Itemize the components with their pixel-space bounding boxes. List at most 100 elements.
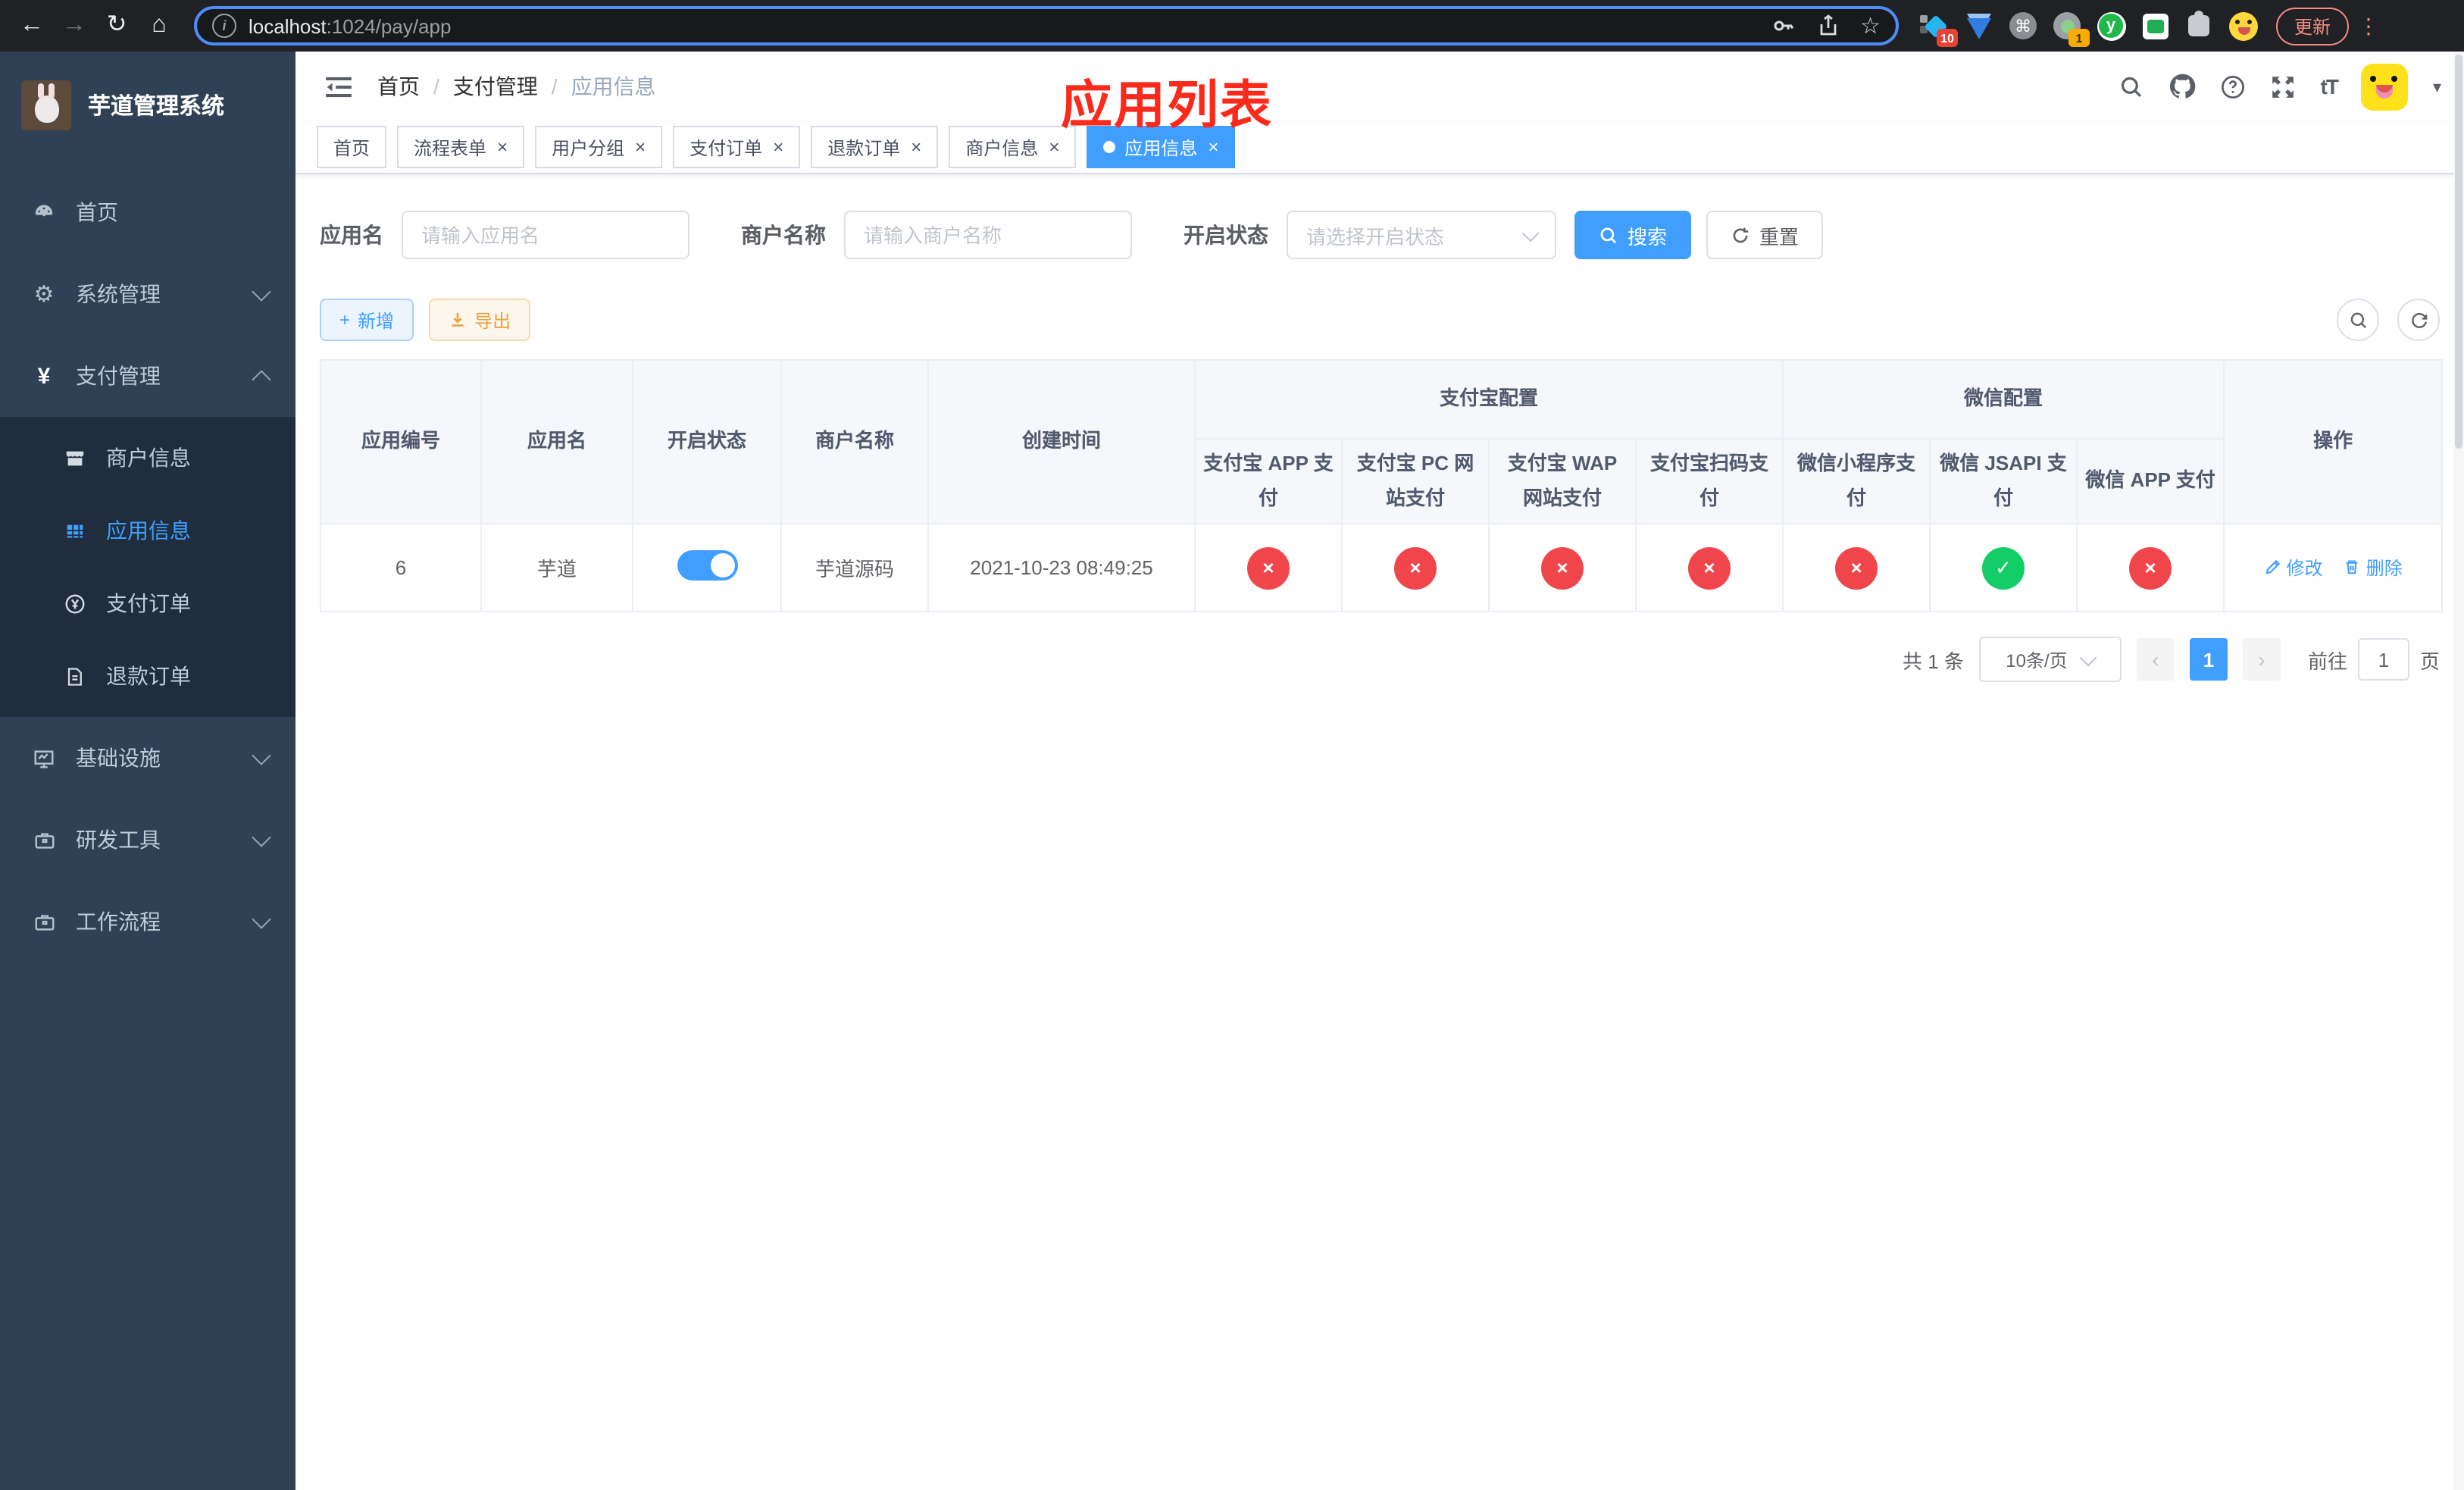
col-create-time: 创建时间 [927, 359, 1196, 524]
shop-icon [61, 446, 88, 469]
chevron-up-icon [252, 370, 271, 390]
tab-home[interactable]: 首页 [317, 126, 387, 168]
breadcrumb-home[interactable]: 首页 [377, 71, 420, 102]
col-status: 开启状态 [632, 359, 782, 524]
app-name-input[interactable] [402, 211, 689, 259]
prev-page-button[interactable]: ‹ [2136, 638, 2175, 681]
breadcrumb-current: 应用信息 [571, 74, 656, 99]
col-alipay-app: 支付宝 APP 支付 [1194, 438, 1343, 524]
extension-tabs-icon[interactable]: 10 [1920, 11, 1958, 47]
site-info-icon[interactable]: i [212, 14, 236, 38]
sidebar-menu: 首页 ⚙ 系统管理 ¥ 支付管理 商户信息 应用信息 支付订单 退款订单 基础设… [0, 171, 295, 963]
user-avatar[interactable] [2361, 63, 2409, 110]
page-size-select[interactable]: 10条/页 [1978, 637, 2122, 682]
col-operation: 操作 [2223, 359, 2444, 524]
edit-link[interactable]: 修改 [2263, 555, 2322, 581]
sidebar-item-label: 应用信息 [106, 518, 191, 543]
export-button[interactable]: 导出 [429, 299, 531, 341]
bookmark-star-icon[interactable]: ☆ [1860, 12, 1881, 39]
status-toggle[interactable] [677, 550, 737, 581]
close-icon[interactable]: × [911, 138, 921, 156]
app-frame: 芋道管理系统 首页 ⚙ 系统管理 ¥ 支付管理 商户信息 应用信息 支付订单 退… [0, 52, 2464, 1490]
delete-link[interactable]: 删除 [2344, 555, 2403, 581]
status-select-placeholder: 请选择开启状态 [1306, 225, 1445, 248]
chevron-down-icon [1521, 224, 1540, 242]
extension-emoji-icon[interactable] [2228, 11, 2258, 41]
sidebar-item-label: 基础设施 [76, 746, 161, 770]
refresh-icon[interactable] [2397, 299, 2440, 341]
chrome-update-button[interactable]: 更新 [2276, 7, 2350, 45]
page-scrollbar[interactable] [2453, 52, 2464, 1490]
browser-menu-icon[interactable]: ⋮ [2358, 13, 2379, 39]
forward-icon[interactable]: → [55, 6, 94, 45]
tab-process-form[interactable]: 流程表单 × [397, 126, 525, 168]
close-icon[interactable]: × [773, 138, 783, 156]
goto-page-input[interactable] [2357, 638, 2409, 681]
sidebar-item-payment[interactable]: ¥ 支付管理 [0, 335, 295, 417]
breadcrumb-payment[interactable]: 支付管理 [453, 71, 538, 102]
close-icon[interactable]: × [497, 138, 508, 156]
fullscreen-icon[interactable] [2271, 74, 2297, 99]
search-icon[interactable] [2119, 74, 2145, 99]
sidebar-item-dev-tools[interactable]: 研发工具 [0, 799, 295, 881]
breadcrumb: 首页 / 支付管理 / 应用信息 [377, 71, 656, 102]
font-size-icon[interactable]: tT [2321, 74, 2339, 99]
sidebar: 芋道管理系统 首页 ⚙ 系统管理 ¥ 支付管理 商户信息 应用信息 支付订单 退… [0, 52, 295, 1490]
reload-icon[interactable]: ↻ [97, 6, 136, 45]
main-panel: 应用列表 首页 / 支付管理 / 应用信息 tT ▾ 首页 流程表单 × 用户分… [295, 52, 2464, 1490]
page-number-1[interactable]: 1 [2189, 638, 2228, 681]
cell-app-id: 6 [320, 523, 482, 612]
close-icon[interactable]: × [1208, 138, 1218, 156]
extension-y-icon[interactable]: y [2096, 11, 2126, 41]
col-app-name: 应用名 [480, 359, 633, 524]
github-icon[interactable] [2169, 73, 2197, 100]
toolbar-right [2337, 299, 2440, 341]
address-bar[interactable]: i localhost:1024/pay/app ☆ [194, 6, 1899, 45]
sidebar-item-pay-orders[interactable]: 支付订单 [0, 567, 295, 640]
page-size-value: 10条/页 [2006, 650, 2068, 671]
back-icon[interactable]: ← [12, 6, 52, 45]
status-select[interactable]: 请选择开启状态 [1287, 211, 1556, 259]
password-key-icon[interactable] [1771, 14, 1795, 38]
sidebar-item-refund-orders[interactable]: 退款订单 [0, 640, 295, 712]
table-toolbar: + 新增 导出 [320, 299, 2440, 341]
close-icon[interactable]: × [1049, 138, 1059, 156]
reset-button[interactable]: 重置 [1706, 211, 1824, 259]
tab-label: 流程表单 [414, 137, 487, 158]
briefcase-icon [30, 828, 58, 851]
sidebar-item-infrastructure[interactable]: 基础设施 [0, 717, 295, 799]
col-alipay-qr: 支付宝扫码支付 [1634, 438, 1784, 524]
tab-label: 用户分组 [552, 137, 625, 158]
tab-refund-orders[interactable]: 退款订单 × [811, 126, 939, 168]
tab-merchant-info[interactable]: 商户信息 × [949, 126, 1077, 168]
home-icon[interactable]: ⌂ [139, 6, 179, 45]
url-text[interactable]: localhost:1024/pay/app [249, 14, 1759, 37]
merchant-name-input[interactable] [844, 211, 1132, 259]
extension-command-icon[interactable]: ⌘ [2008, 11, 2038, 41]
scrollbar-thumb[interactable] [2455, 55, 2462, 449]
add-button[interactable]: + 新增 [320, 299, 414, 341]
sidebar-item-home[interactable]: 首页 [0, 171, 295, 253]
extensions-puzzle-icon[interactable] [2184, 11, 2214, 41]
extension-chat-icon[interactable] [2140, 11, 2170, 41]
show-search-icon[interactable] [2337, 299, 2379, 341]
goto-unit-label: 页 [2419, 650, 2440, 672]
extension-gem-icon[interactable] [1964, 11, 1994, 41]
tab-pay-orders[interactable]: 支付订单 × [673, 126, 801, 168]
yen-circle-icon [61, 592, 88, 615]
extension-recorder-icon[interactable]: 1 [2052, 11, 2090, 47]
help-icon[interactable] [2221, 74, 2247, 99]
close-icon[interactable]: × [635, 138, 646, 156]
sidebar-item-system[interactable]: ⚙ 系统管理 [0, 253, 295, 335]
sidebar-item-app-info[interactable]: 应用信息 [0, 494, 295, 567]
share-icon[interactable] [1816, 14, 1839, 38]
sidebar-fold-icon[interactable] [326, 75, 352, 98]
tab-user-group[interactable]: 用户分组 × [535, 126, 663, 168]
sidebar-item-workflow[interactable]: 工作流程 [0, 881, 295, 963]
user-menu-caret-icon[interactable]: ▾ [2433, 77, 2441, 96]
app-logo[interactable]: 芋道管理系统 [0, 52, 295, 138]
total-count: 共 1 条 [1903, 650, 1964, 672]
next-page-button[interactable]: › [2242, 638, 2281, 681]
sidebar-item-merchant-info[interactable]: 商户信息 [0, 421, 295, 494]
search-button[interactable]: 搜索 [1574, 211, 1692, 259]
